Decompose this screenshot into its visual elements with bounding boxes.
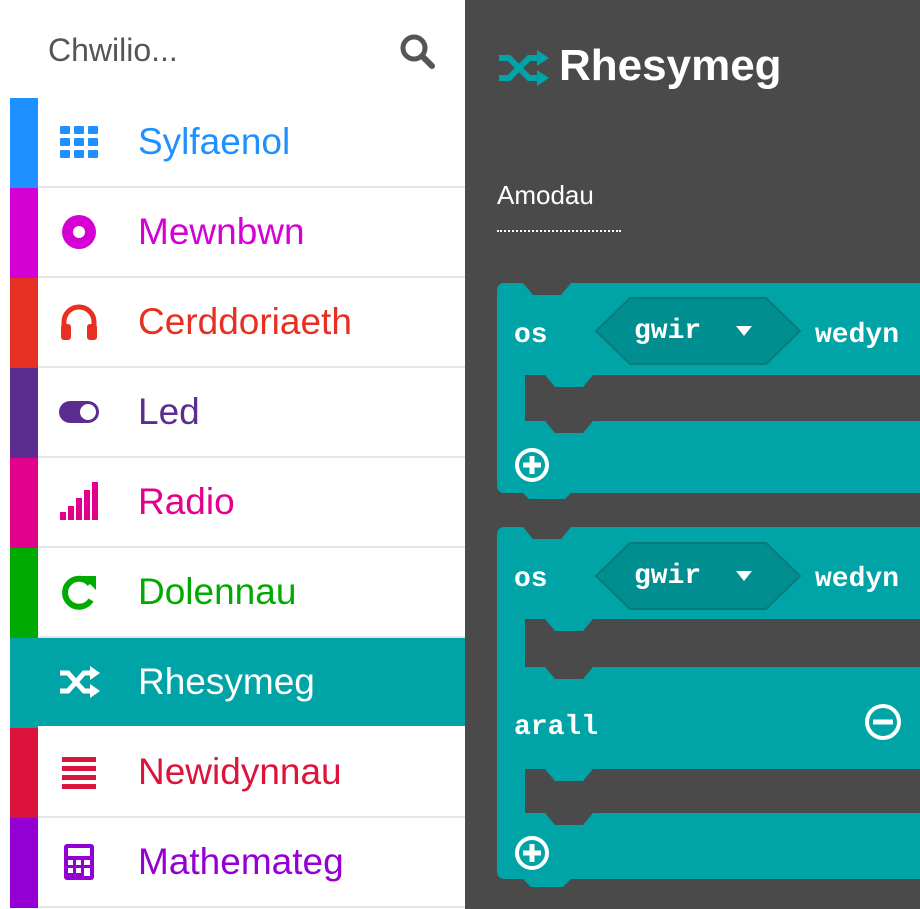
then-label: wedyn: [815, 564, 900, 595]
headphones-icon: [61, 304, 97, 340]
category-list: Sylfaenol Mewnbwn Cerddoriaeth Led Radio…: [10, 98, 465, 908]
category-label: Rhesymeg: [138, 661, 315, 702]
blocks-flyout: Rhesymeg Amodau os gwir wedyn os gwir we…: [465, 0, 920, 909]
category-color-stripe: [10, 638, 38, 728]
category-math[interactable]: Mathemateg: [10, 818, 465, 908]
loop-icon: [62, 575, 96, 610]
shuffle-icon: [499, 50, 549, 86]
if-label: os: [514, 564, 548, 595]
category-label: Dolennau: [138, 571, 297, 612]
grid-icon: [60, 126, 98, 158]
category-music[interactable]: Cerddoriaeth: [10, 278, 465, 368]
condition-value: gwir: [634, 561, 702, 592]
category-led[interactable]: Led: [10, 368, 465, 458]
category-color-stripe: [10, 818, 38, 908]
record-icon: [62, 215, 96, 249]
section-divider: [497, 230, 621, 232]
category-label: Mewnbwn: [138, 211, 305, 252]
dropdown-arrow-icon: [736, 326, 752, 336]
plus-circle-icon[interactable]: [514, 835, 550, 871]
toolbox-sidebar: Chwilio... Sylfaenol Mewnbwn Cerddoriaet…: [0, 0, 465, 909]
category-color-stripe: [10, 458, 38, 548]
category-color-stripe: [10, 98, 38, 188]
category-variables[interactable]: Newidynnau: [10, 728, 465, 818]
category-color-stripe: [10, 728, 38, 818]
category-label: Sylfaenol: [138, 121, 291, 162]
category-loops[interactable]: Dolennau: [10, 548, 465, 638]
category-label: Radio: [138, 481, 235, 522]
list-icon: [62, 757, 96, 789]
shuffle-icon: [60, 666, 100, 698]
category-color-stripe: [10, 548, 38, 638]
dropdown-arrow-icon: [736, 571, 752, 581]
flyout-title-text: Rhesymeg: [559, 41, 782, 90]
category-color-stripe: [10, 368, 38, 458]
plus-circle-icon[interactable]: [514, 447, 550, 483]
condition-dropdown[interactable]: gwir: [594, 541, 802, 611]
minus-circle-icon[interactable]: [863, 702, 903, 742]
category-label: Mathemateg: [138, 841, 344, 882]
else-label: arall: [514, 712, 599, 743]
then-label: wedyn: [815, 320, 900, 351]
section-label: Amodau: [497, 180, 594, 210]
condition-value: gwir: [634, 316, 702, 347]
category-color-stripe: [10, 278, 38, 368]
calculator-icon: [64, 844, 94, 880]
category-label: Led: [138, 391, 200, 432]
search-bar[interactable]: Chwilio...: [0, 0, 465, 98]
category-radio[interactable]: Radio: [10, 458, 465, 548]
search-icon[interactable]: [394, 28, 442, 76]
category-color-stripe: [10, 188, 38, 278]
signal-icon: [60, 482, 98, 520]
category-label: Newidynnau: [138, 751, 342, 792]
category-basic[interactable]: Sylfaenol: [10, 98, 465, 188]
category-input[interactable]: Mewnbwn: [10, 188, 465, 278]
if-label: os: [514, 320, 548, 351]
search-input[interactable]: Chwilio...: [48, 32, 178, 69]
category-label: Cerddoriaeth: [138, 301, 352, 342]
condition-dropdown[interactable]: gwir: [594, 296, 802, 366]
category-logic[interactable]: Rhesymeg: [10, 638, 465, 728]
toggle-icon: [59, 401, 99, 423]
